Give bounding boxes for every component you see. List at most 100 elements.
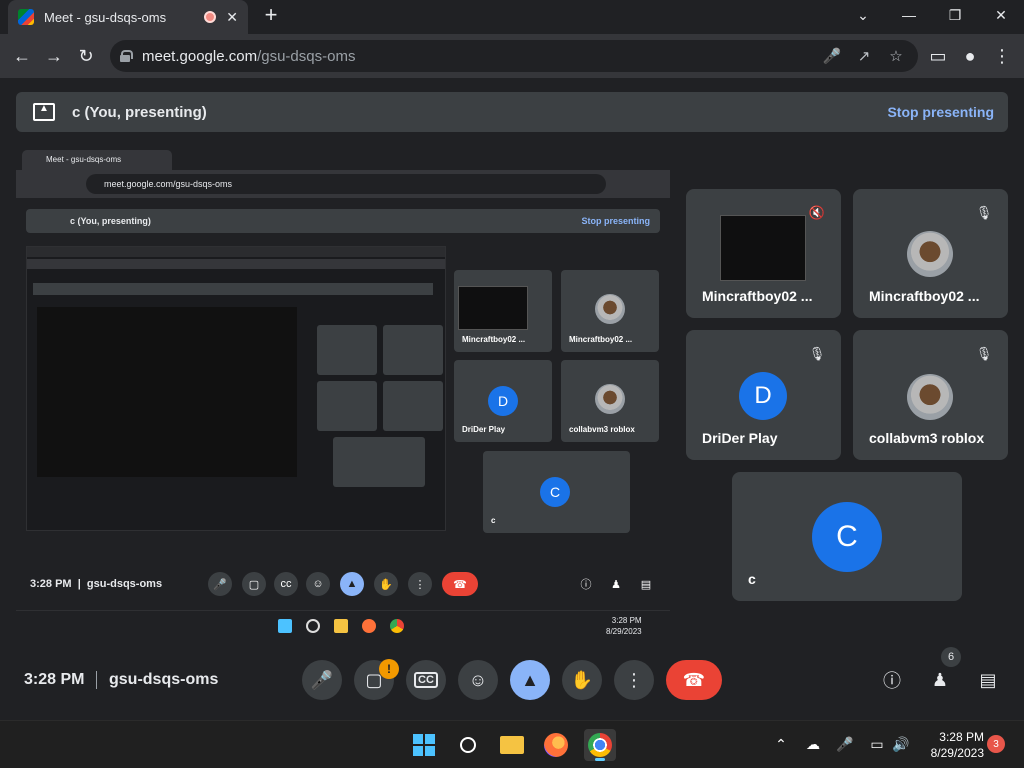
close-window-button[interactable]: ✕ [978, 0, 1024, 30]
participant-avatar: D [739, 372, 787, 420]
presented-tabstrip: Meet - gsu-dsqs-oms [16, 148, 670, 170]
presented-chrome-icon [390, 619, 404, 633]
raise-hand-button[interactable]: ✋ [562, 660, 602, 700]
microphone-button[interactable]: 🎤 [302, 660, 342, 700]
stop-presenting-button[interactable]: Stop presenting [887, 104, 994, 120]
presented-people-icon: ♟ [611, 578, 621, 591]
microphone-in-use-icon[interactable]: 🎤 [836, 735, 854, 753]
notification-badge[interactable]: 3 [987, 735, 1005, 753]
presented-time: 3:28 PM | gsu-dsqs-oms [30, 578, 163, 590]
participant-tile-mincraftboy-screen[interactable]: 🔇 Mincraftboy02 ... [686, 189, 841, 318]
browser-toolbar: ← → ↻ meet.google.com/gsu-dsqs-oms 🎤 ↗ ☆… [0, 34, 1024, 78]
firefox-icon [544, 733, 568, 757]
forward-button[interactable]: → [40, 42, 68, 70]
presented-tab: Meet - gsu-dsqs-oms [22, 150, 172, 170]
clock-time: 3:28 PM [939, 730, 984, 744]
presented-toolbar: meet.google.com/gsu-dsqs-oms [16, 170, 670, 198]
lock-icon [120, 50, 133, 62]
presented-present-icon: ▲ [340, 572, 364, 596]
roblox-avatar [595, 384, 625, 414]
more-options-button[interactable]: ⋮ [614, 660, 654, 700]
bookmark-star-icon[interactable]: ☆ [886, 46, 906, 66]
mic-off-icon: 🎙 [808, 346, 826, 361]
presented-tile-name: Mincraftboy02 ... [569, 335, 633, 344]
participant-name: DriDer Play [702, 430, 778, 446]
microphone-icon[interactable]: 🎤 [822, 46, 842, 66]
tab-close-icon[interactable]: ✕ [226, 9, 238, 26]
presented-hangup-icon: ☎ [442, 572, 478, 596]
leave-call-button[interactable]: ☎ [666, 660, 722, 700]
presented-tile-name: collabvm3 roblox [569, 425, 635, 434]
presented-captions-icon: cc [274, 572, 298, 596]
presented-chat-icon: ▤ [640, 578, 652, 591]
meeting-details-icon[interactable]: ⓘ [880, 668, 904, 692]
nested-presented-screen [37, 307, 297, 477]
participant-tile-self[interactable]: C c [732, 472, 962, 601]
participant-screen-preview [720, 215, 806, 281]
firefox-button[interactable] [540, 729, 572, 761]
present-now-button[interactable]: ▲ [510, 660, 550, 700]
reload-button[interactable]: ↻ [72, 42, 100, 70]
presented-mic-icon: 🎤 [208, 572, 232, 596]
start-button[interactable] [408, 729, 440, 761]
network-icon[interactable]: ▭ [868, 735, 886, 753]
meeting-time: 3:28 PM [24, 671, 85, 688]
nested-banner [33, 283, 433, 295]
roblox-avatar [907, 231, 953, 277]
side-panel-icon[interactable]: ▭ [924, 42, 952, 70]
people-icon[interactable]: ♟ [928, 668, 952, 692]
profile-icon[interactable]: ● [956, 42, 984, 70]
participant-name: Mincraftboy02 ... [869, 288, 980, 304]
presented-taskbar: 3:28 PM 8/29/2023 [16, 610, 670, 640]
tab-search-icon[interactable]: ⌄ [840, 0, 886, 30]
mic-off-icon: 🎙 [975, 205, 993, 220]
chat-icon[interactable]: ▤ [976, 668, 1000, 692]
meeting-separator [96, 671, 97, 689]
participant-tile-collabvm3-roblox[interactable]: 🎙 collabvm3 roblox [853, 330, 1008, 460]
browser-tab-meet[interactable]: Meet - gsu-dsqs-oms ✕ [8, 0, 248, 34]
new-tab-button[interactable]: + [260, 4, 282, 28]
file-explorer-button[interactable] [496, 729, 528, 761]
captions-button[interactable]: CC [406, 660, 446, 700]
chrome-icon [588, 733, 612, 757]
presented-search-icon [306, 619, 320, 633]
captions-icon: CC [414, 672, 438, 688]
windows-taskbar: ⌃ ☁ 🎤 ▭ 🔊 3:28 PM 8/29/2023 [0, 720, 1024, 768]
nested-screen-capture [26, 246, 446, 531]
minimize-button[interactable]: — [886, 0, 932, 30]
presented-camera-icon: ▢ [242, 572, 266, 596]
volume-icon[interactable]: 🔊 [892, 735, 910, 753]
emoji-reaction-button[interactable]: ☺ [458, 660, 498, 700]
chrome-button[interactable] [584, 729, 616, 761]
presenter-label: c (You, presenting) [72, 103, 207, 121]
mic-off-icon: 🎙 [975, 346, 993, 361]
share-icon[interactable]: ↗ [854, 46, 874, 66]
participant-name: c [748, 571, 756, 587]
presenting-banner: c (You, presenting) Stop presenting [16, 92, 1008, 132]
people-count-badge: 6 [941, 647, 961, 667]
presented-tile: C c [483, 451, 630, 533]
browser-tabstrip: Meet - gsu-dsqs-oms ✕ + ⌄ — ❐ ✕ [0, 0, 1024, 34]
restore-button[interactable]: ❐ [932, 0, 978, 30]
show-hidden-icons-icon[interactable]: ⌃ [772, 735, 790, 753]
nested-tile [317, 381, 377, 431]
google-meet-icon [18, 9, 34, 25]
presented-tile: Mincraftboy02 ... [561, 270, 659, 352]
browser-menu-icon[interactable]: ⋮ [988, 42, 1016, 70]
back-button[interactable]: ← [8, 42, 36, 70]
participant-tile-mincraftboy-avatar[interactable]: 🎙 Mincraftboy02 ... [853, 189, 1008, 318]
nested-tile [383, 325, 443, 375]
search-button[interactable] [452, 729, 484, 761]
participant-tile-drider-play[interactable]: D 🎙 DriDer Play [686, 330, 841, 460]
onedrive-icon[interactable]: ☁ [804, 735, 822, 753]
presented-more-icon: ⋮ [408, 572, 432, 596]
presented-avatar: D [488, 386, 518, 416]
taskbar-clock[interactable]: 3:28 PM 8/29/2023 [918, 729, 984, 761]
roblox-avatar [595, 294, 625, 324]
address-bar[interactable]: meet.google.com/gsu-dsqs-oms 🎤 ↗ ☆ [110, 40, 918, 72]
presented-meet-bar: 3:28 PM | gsu-dsqs-oms 🎤 ▢ cc ☺ ▲ ✋ ⋮ ☎ … [16, 568, 670, 602]
presented-address-bar: meet.google.com/gsu-dsqs-oms [86, 174, 606, 194]
url-host: meet.google.com [142, 47, 258, 65]
presented-avatar: C [540, 477, 570, 507]
search-icon [460, 737, 476, 753]
